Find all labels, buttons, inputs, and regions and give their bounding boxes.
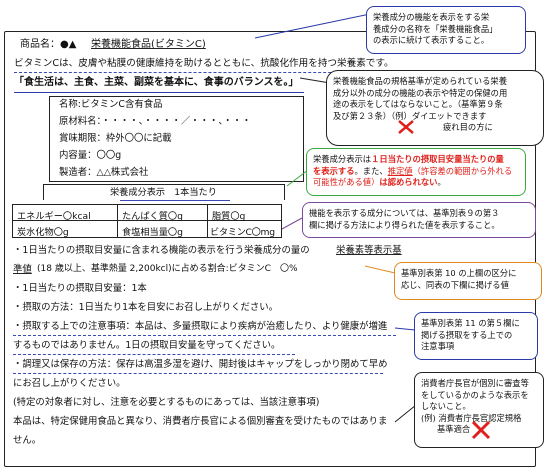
callout-7-cross-icon xyxy=(471,420,491,440)
callout-1-line-1: 栄養成分の機能を表示をする栄 xyxy=(373,12,490,22)
callout-7-line-1: 消費者庁長官が個別に審査等 xyxy=(421,378,529,388)
callout-3-line-3: 可能性がある値）は認められない。 xyxy=(313,177,519,189)
callout-3-text-d: （許容差の範囲から外れる xyxy=(412,165,513,176)
callout-table-11: 基準別表第 11 の第５欄に 掲げる摂取をする上での 注意事項 xyxy=(414,312,538,360)
callout-2-line-1: 栄養機能食品の規格基準が定められている栄養 xyxy=(333,76,507,86)
callout-4-line-1: 機能を表示する成分については、基準別表９の第３ xyxy=(309,208,500,218)
callout-2-line-2: 成分以外の成分の機能の表示や特定の保健の用 xyxy=(333,87,508,98)
callout-7-example-prefix: (例) xyxy=(421,412,436,423)
callout-6-line-2: 掲げる摂取をする上での xyxy=(421,329,513,340)
callout-7-line-2: をしているかのような表示を xyxy=(421,389,529,400)
callout-3-red-3: は認められない xyxy=(379,177,438,188)
callout-3-text-a: 栄養成分表示は xyxy=(313,154,372,164)
callout-3-text-f: 。 xyxy=(437,177,446,188)
callout-nutrition-display: 栄養成分表示は１日当たりの摂取目安量当たりの量 を表示する。また、推定値（許容差… xyxy=(306,148,526,196)
callout-5-line-1: 基準別表第 10 の上欄の区分に xyxy=(401,268,517,278)
callout-3-text-b: 。また、 xyxy=(354,165,388,176)
callout-6-line-1: 基準別表第 11 の第５欄に xyxy=(421,318,520,328)
callout-table-10: 基準別表第 10 の上欄の区分に 応じ、同表の下欄に掲げる値 xyxy=(394,262,542,300)
callout-functional-name: 栄養成分の機能を表示をする栄 養成分の名称を「栄養機能食品」 の表示に続けて表示… xyxy=(366,6,526,54)
callout-6-line-3: 注意事項 xyxy=(421,341,455,352)
callout-3-line-2: を表示する。また、推定値（許容差の範囲から外れる xyxy=(313,166,519,178)
callout-5-line-2: 応じ、同表の下欄に掲げる値 xyxy=(401,279,509,290)
callout-2-line-3: 途の表示をしてはならないこと。（基準第９条 xyxy=(333,99,503,110)
callout-2-line-4: 及び第２３条）（例）ダイエットできます xyxy=(333,110,487,121)
callout-3-line-1: 栄養成分表示は１日当たりの摂取目安量当たりの量 xyxy=(313,154,519,166)
callout-3-red-2: を表示する xyxy=(313,165,355,176)
callout-3-text-e: 可能性がある値） xyxy=(313,177,380,188)
callout-1-line-3: の表示に続けて表示すること。 xyxy=(373,35,490,46)
callout-3-red-1: １日当たりの摂取目安量当たりの量 xyxy=(371,154,504,164)
callout-3-estimate: 推定値 xyxy=(387,165,413,176)
callout-7-line-3: しないこと。 xyxy=(421,401,471,412)
callout-standard-restriction: 栄養機能食品の規格基準が定められている栄養 成分以外の成分の機能の表示や特定の保… xyxy=(326,70,544,146)
callout-1-line-2: 養成分の名称を「栄養機能食品」 xyxy=(373,23,498,34)
callout-4-line-2: 欄に掲げる方法により得られた値を表示すること。 xyxy=(309,219,500,230)
callout-function-component: 機能を表示する成分については、基準別表９の第３ 欄に掲げる方法により得られた値を… xyxy=(302,202,536,238)
callout-2-line-5: 疲れ目の方に xyxy=(333,122,537,134)
callout-2-cross-icon xyxy=(398,120,414,134)
callout-2-strike-text: 疲れ目の方に xyxy=(443,122,493,133)
